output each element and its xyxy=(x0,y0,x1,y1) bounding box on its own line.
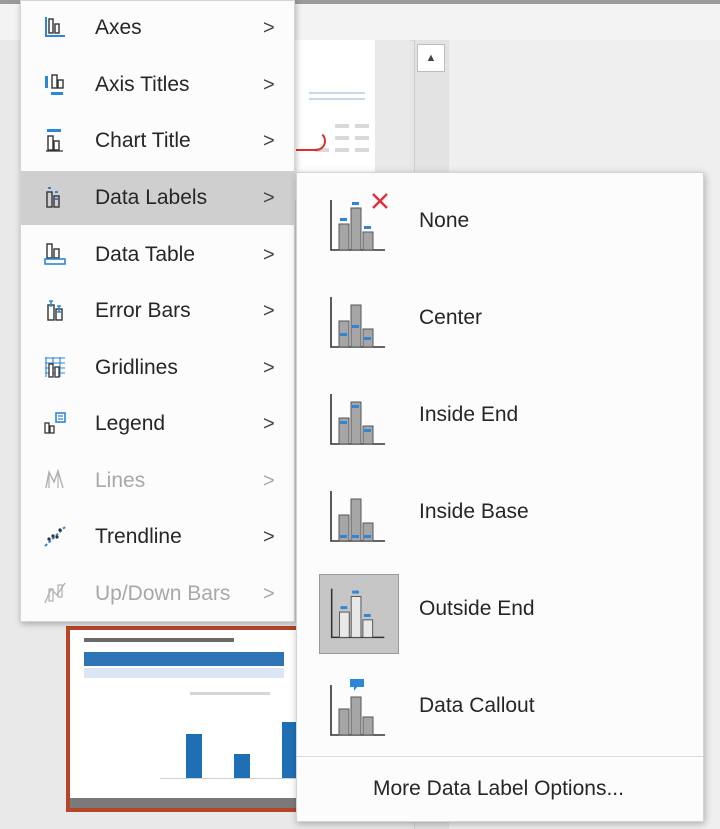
chevron-right-icon: > xyxy=(263,525,275,548)
chevron-right-icon: > xyxy=(263,412,275,435)
option-label: Outside End xyxy=(419,597,535,620)
menu-item-label: Lines xyxy=(95,469,146,492)
chevron-right-icon: > xyxy=(263,129,275,152)
more-data-label-options-button[interactable]: More Data Label Options... xyxy=(373,777,624,801)
menu-item-label: Data Labels xyxy=(95,186,208,209)
thumbnail-cell xyxy=(355,148,369,152)
data-labels-outside-end-icon xyxy=(330,588,385,639)
up-down-bars-icon xyxy=(44,582,66,604)
menu-item-gridlines[interactable]: Gridlines > xyxy=(21,341,294,395)
trendline-icon xyxy=(44,526,66,547)
slide-thumbnail[interactable] xyxy=(66,626,300,812)
axes-icon xyxy=(45,17,65,37)
menu-item-label: Error Bars xyxy=(95,299,191,322)
thumbnail-heading-line xyxy=(309,98,365,100)
chevron-right-icon: > xyxy=(263,356,275,379)
chevron-right-icon: > xyxy=(263,16,275,39)
data-labels-option-outside-end[interactable]: Outside End xyxy=(297,561,703,657)
slide-footer-bar xyxy=(70,798,296,808)
data-labels-center-icon xyxy=(330,297,385,348)
menu-item-label: Data Table xyxy=(95,243,196,266)
slide-chart-title xyxy=(190,692,270,695)
data-labels-option-inside-base[interactable]: Inside Base xyxy=(297,464,703,560)
thumbnail-cell xyxy=(335,148,349,152)
menu-item-label: Chart Title xyxy=(95,129,191,152)
slide-table-row xyxy=(84,668,284,678)
option-tile xyxy=(319,671,399,751)
option-tile xyxy=(319,380,399,460)
slide-chart-bar xyxy=(234,754,250,778)
menu-item-axis-titles[interactable]: Axis Titles > xyxy=(21,58,294,112)
annotation-red-arc xyxy=(296,131,326,151)
option-label: Center xyxy=(419,306,483,329)
chart-title-icon xyxy=(46,129,63,152)
option-tile xyxy=(319,283,399,363)
option-label: Inside Base xyxy=(419,500,529,523)
menu-item-label: Legend xyxy=(95,412,166,435)
chart-elements-menu: Axes > Axis Titles > Chart Title > Data … xyxy=(20,0,295,622)
option-label: None xyxy=(419,209,470,232)
menu-item-data-labels[interactable]: Data Labels > xyxy=(21,171,294,225)
option-label: Inside End xyxy=(419,403,519,426)
chevron-right-icon: > xyxy=(263,186,275,209)
data-labels-option-none[interactable]: None xyxy=(297,173,703,269)
menu-item-label: Axis Titles xyxy=(95,73,190,96)
menu-item-label: Up/Down Bars xyxy=(95,582,231,605)
data-table-icon xyxy=(44,243,66,265)
slide-table-header xyxy=(84,652,284,666)
data-labels-inside-end-icon xyxy=(330,394,385,445)
chevron-right-icon: > xyxy=(263,582,275,605)
thumbnail-cell xyxy=(335,136,349,140)
scroll-up-button[interactable]: ▲ xyxy=(417,44,445,72)
submenu-divider xyxy=(297,756,703,757)
legend-icon xyxy=(44,412,66,434)
slide-chart-bar xyxy=(186,734,202,778)
menu-item-label: Gridlines xyxy=(95,356,178,379)
chevron-right-icon: > xyxy=(263,469,275,492)
option-tile xyxy=(319,477,399,557)
data-labels-option-inside-end[interactable]: Inside End xyxy=(297,367,703,463)
axis-titles-icon xyxy=(45,74,64,95)
data-labels-none-icon xyxy=(330,193,388,251)
data-labels-option-center[interactable]: Center xyxy=(297,270,703,366)
chevron-right-icon: > xyxy=(263,299,275,322)
option-tile xyxy=(319,186,399,266)
option-tile-selected xyxy=(319,574,399,654)
data-labels-option-data-callout[interactable]: Data Callout xyxy=(297,658,703,754)
menu-item-up-down-bars: Up/Down Bars > xyxy=(21,567,294,621)
menu-item-trendline[interactable]: Trendline > xyxy=(21,510,294,564)
slide-chart-axis xyxy=(160,778,296,779)
thumbnail-cell xyxy=(355,136,369,140)
menu-item-error-bars[interactable]: Error Bars > xyxy=(21,284,294,338)
data-labels-icon xyxy=(46,187,60,208)
chevron-right-icon: > xyxy=(263,243,275,266)
menu-item-axes[interactable]: Axes > xyxy=(21,1,294,55)
thumbnail-cell xyxy=(335,124,349,128)
thumbnail-heading-line xyxy=(309,92,365,94)
menu-item-chart-title[interactable]: Chart Title > xyxy=(21,114,294,168)
chevron-right-icon: > xyxy=(263,73,275,96)
option-label: Data Callout xyxy=(419,694,535,717)
menu-item-data-table[interactable]: Data Table > xyxy=(21,228,294,282)
error-bars-icon xyxy=(47,300,63,321)
data-labels-inside-base-icon xyxy=(330,491,385,542)
menu-item-label: Trendline xyxy=(95,525,182,548)
lines-icon xyxy=(45,468,64,489)
menu-item-lines: Lines > xyxy=(21,454,294,508)
gridlines-icon xyxy=(45,357,65,378)
menu-item-legend[interactable]: Legend > xyxy=(21,397,294,451)
data-labels-submenu: None Center Inside End Inside Base Outsi… xyxy=(296,172,704,822)
menu-item-label: Axes xyxy=(95,16,142,39)
data-callout-icon xyxy=(330,679,385,736)
thumbnail-cell xyxy=(355,124,369,128)
slide-title-bar xyxy=(84,638,234,642)
